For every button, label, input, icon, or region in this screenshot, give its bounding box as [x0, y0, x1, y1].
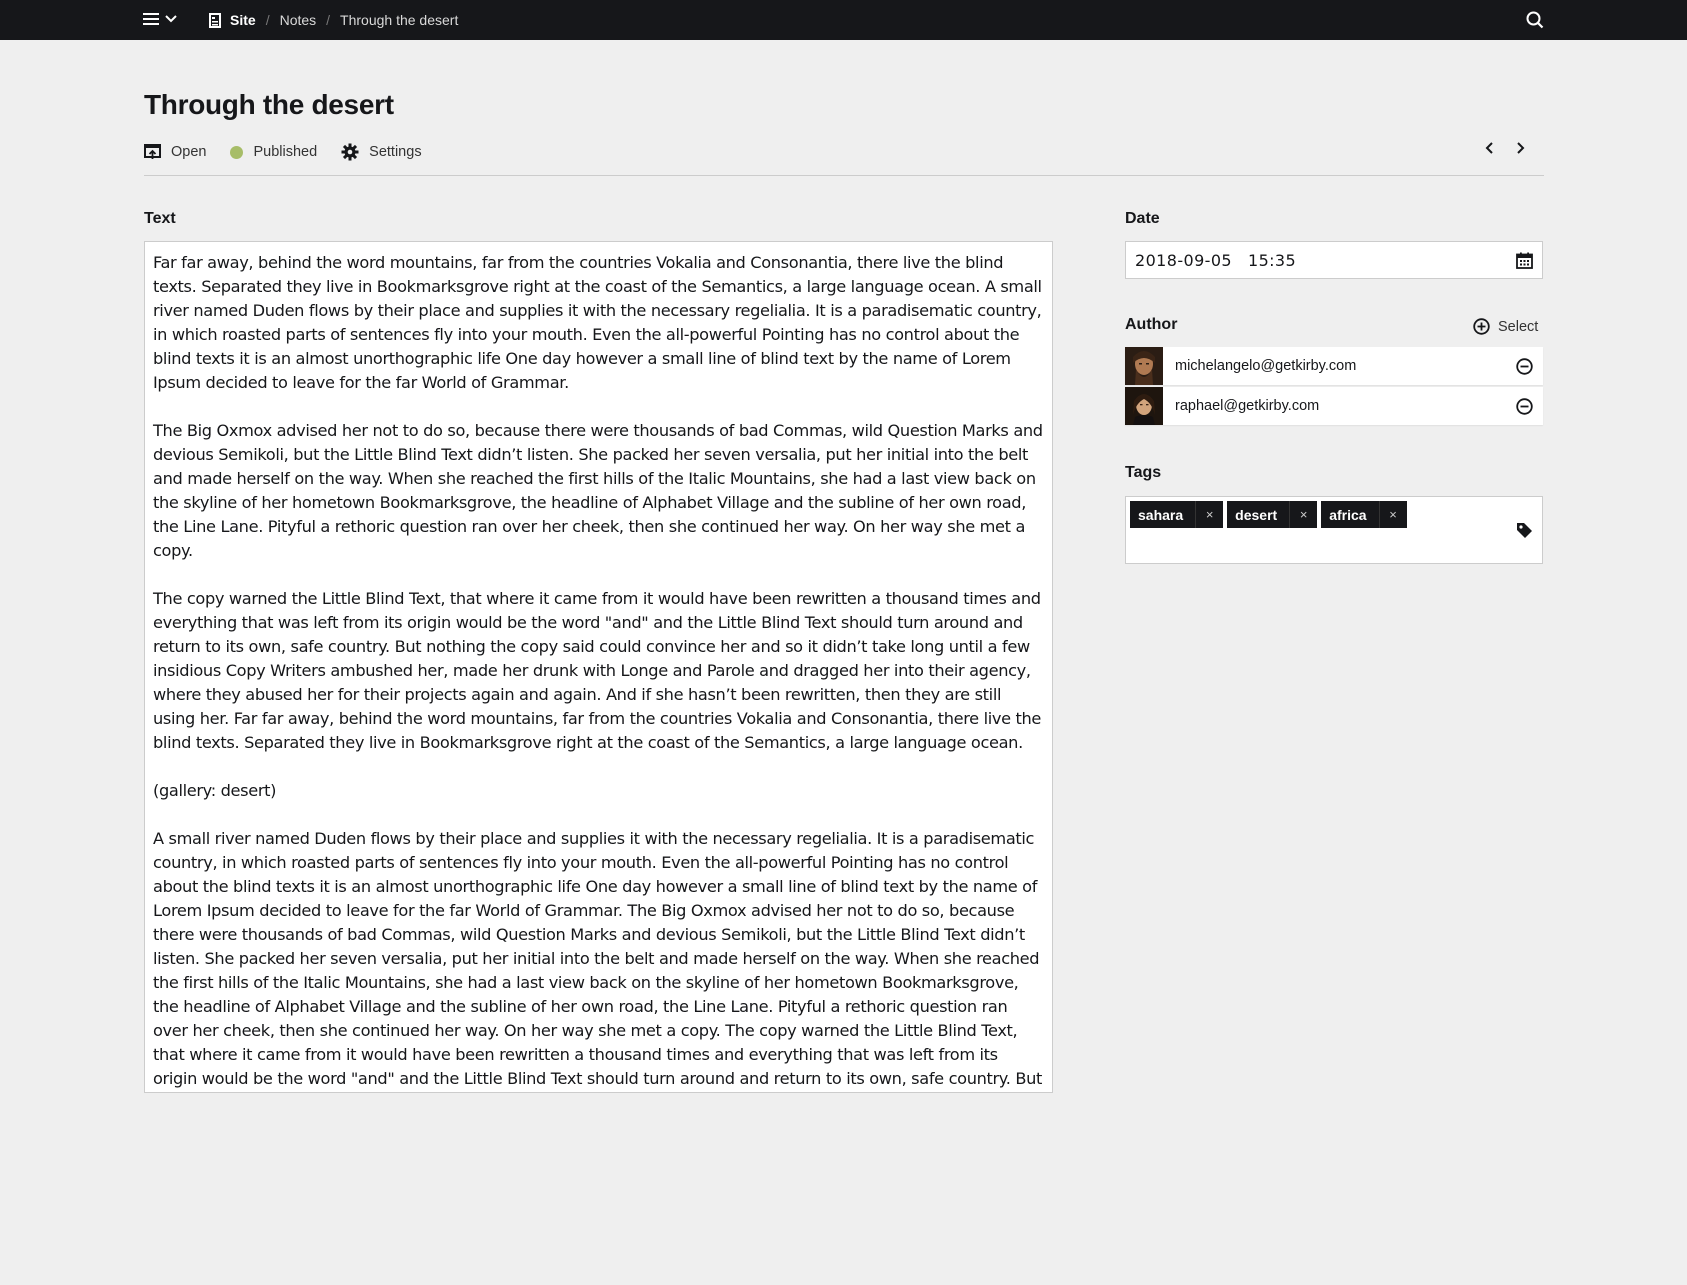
tag-label: desert — [1235, 506, 1278, 523]
date-field-label: Date — [1125, 210, 1160, 227]
chevron-right-icon — [1517, 142, 1525, 154]
status-button[interactable]: Published — [230, 144, 317, 160]
breadcrumb-site-label: Site — [230, 12, 256, 28]
gear-icon — [341, 143, 359, 161]
topbar: Site / Notes / Through the desert — [0, 0, 1687, 40]
tag-item[interactable]: sahara × — [1130, 501, 1224, 528]
status-label: Published — [253, 144, 318, 160]
author-select-button[interactable]: Select — [1473, 318, 1538, 335]
header-divider — [144, 175, 1544, 176]
tag-label: sahara — [1138, 506, 1184, 523]
breadcrumb-separator: / — [265, 12, 270, 28]
status-published-icon — [230, 145, 244, 159]
author-item[interactable]: raphael@getkirby.com — [1125, 387, 1543, 425]
chevron-left-icon — [1485, 142, 1493, 154]
tag-icon — [1516, 522, 1533, 539]
avatar — [1125, 387, 1163, 425]
open-button[interactable]: Open — [144, 144, 206, 160]
author-list: michelangelo@getkirby.com raphael@getkir… — [1125, 347, 1543, 427]
add-circle-icon — [1473, 318, 1490, 335]
remove-author-button[interactable] — [1505, 347, 1543, 385]
tag-item[interactable]: desert × — [1227, 501, 1318, 528]
remove-circle-icon — [1515, 357, 1533, 375]
page-navigation — [1484, 141, 1526, 155]
author-field-label: Author — [1125, 316, 1178, 333]
author-email: raphael@getkirby.com — [1175, 398, 1320, 414]
settings-label: Settings — [369, 144, 422, 160]
chevron-down-icon — [165, 15, 177, 23]
calendar-icon — [1516, 252, 1533, 269]
tag-label: africa — [1329, 506, 1367, 523]
text-field-label: Text — [144, 210, 176, 227]
menu-button[interactable] — [143, 12, 177, 26]
time-value[interactable]: 15:35 — [1248, 251, 1296, 270]
text-textarea[interactable]: Far far away, behind the word mountains,… — [144, 241, 1053, 1093]
hamburger-menu-icon — [143, 13, 159, 25]
breadcrumb-separator: / — [326, 12, 331, 28]
search-button[interactable] — [1526, 11, 1544, 34]
calendar-button[interactable] — [1516, 252, 1533, 269]
page-icon — [209, 12, 221, 28]
date-input[interactable]: 2018-09-05 15:35 — [1125, 241, 1543, 279]
tags-field-label: Tags — [1125, 464, 1162, 481]
page-title: Through the desert — [144, 89, 394, 120]
author-select-label: Select — [1498, 318, 1539, 335]
next-page-button[interactable] — [1516, 141, 1526, 155]
author-item[interactable]: michelangelo@getkirby.com — [1125, 347, 1543, 385]
breadcrumb-item-notes[interactable]: Notes — [280, 12, 317, 28]
tag-item[interactable]: africa × — [1321, 501, 1407, 528]
page-options: Open Published Settings — [144, 141, 446, 163]
settings-button[interactable]: Settings — [341, 143, 422, 161]
remove-author-button[interactable] — [1505, 387, 1543, 425]
search-icon — [1526, 11, 1544, 29]
breadcrumb-site[interactable]: Site — [209, 12, 256, 28]
remove-tag-button[interactable]: × — [1195, 501, 1223, 528]
open-label: Open — [171, 144, 207, 160]
avatar — [1125, 347, 1163, 385]
date-value[interactable]: 2018-09-05 — [1135, 251, 1232, 270]
prev-page-button[interactable] — [1484, 141, 1494, 155]
remove-tag-button[interactable]: × — [1378, 501, 1407, 528]
tag-list: sahara × desert × africa × — [1130, 501, 1538, 528]
open-preview-icon — [144, 144, 161, 159]
tags-input[interactable]: sahara × desert × africa × — [1125, 496, 1543, 564]
author-email: michelangelo@getkirby.com — [1175, 358, 1357, 374]
remove-circle-icon — [1515, 397, 1533, 415]
breadcrumb: Site / Notes / Through the desert — [209, 0, 458, 40]
remove-tag-button[interactable]: × — [1289, 501, 1317, 528]
breadcrumb-item-current[interactable]: Through the desert — [340, 12, 458, 28]
